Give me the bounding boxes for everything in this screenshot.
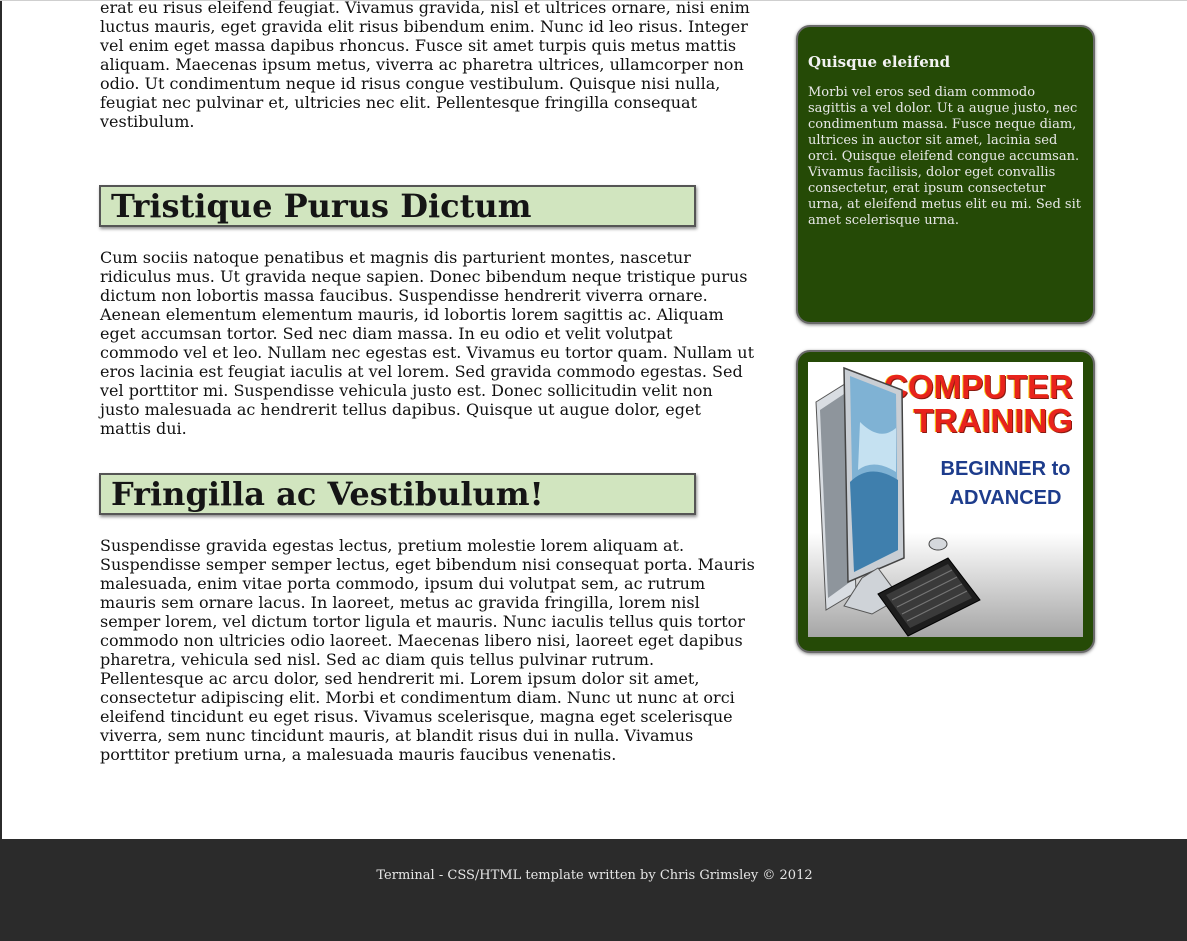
- sidebar-box-title: Quisque eleifend: [808, 53, 951, 71]
- section-body-1: Cum sociis natoque penatibus et magnis d…: [100, 248, 755, 438]
- section-body-2: Suspendisse gravida egestas lectus, pret…: [100, 536, 755, 764]
- section-heading-1: Tristique Purus Dictum: [99, 185, 696, 227]
- intro-paragraph: erat eu risus eleifend feugiat. Vivamus …: [100, 0, 750, 131]
- footer-credit: Terminal - CSS/HTML template written by …: [376, 868, 813, 883]
- section-title-1: Tristique Purus Dictum: [111, 187, 532, 225]
- page-footer: Terminal - CSS/HTML template written by …: [2, 839, 1187, 941]
- section-heading-2: Fringilla ac Vestibulum!: [99, 473, 696, 515]
- computer-monitor-icon: [815, 366, 981, 637]
- sidebar-box-text: Morbi vel eros sed diam commodo sagittis…: [808, 85, 1081, 228]
- section-title-2: Fringilla ac Vestibulum!: [111, 475, 544, 513]
- sidebar-promo-box: COMPUTER TRAINING BEGINNER to ADVANCED: [796, 350, 1095, 653]
- sidebar-text-box: Quisque eleifend Morbi vel eros sed diam…: [796, 25, 1095, 324]
- computer-training-banner[interactable]: COMPUTER TRAINING BEGINNER to ADVANCED: [808, 362, 1083, 637]
